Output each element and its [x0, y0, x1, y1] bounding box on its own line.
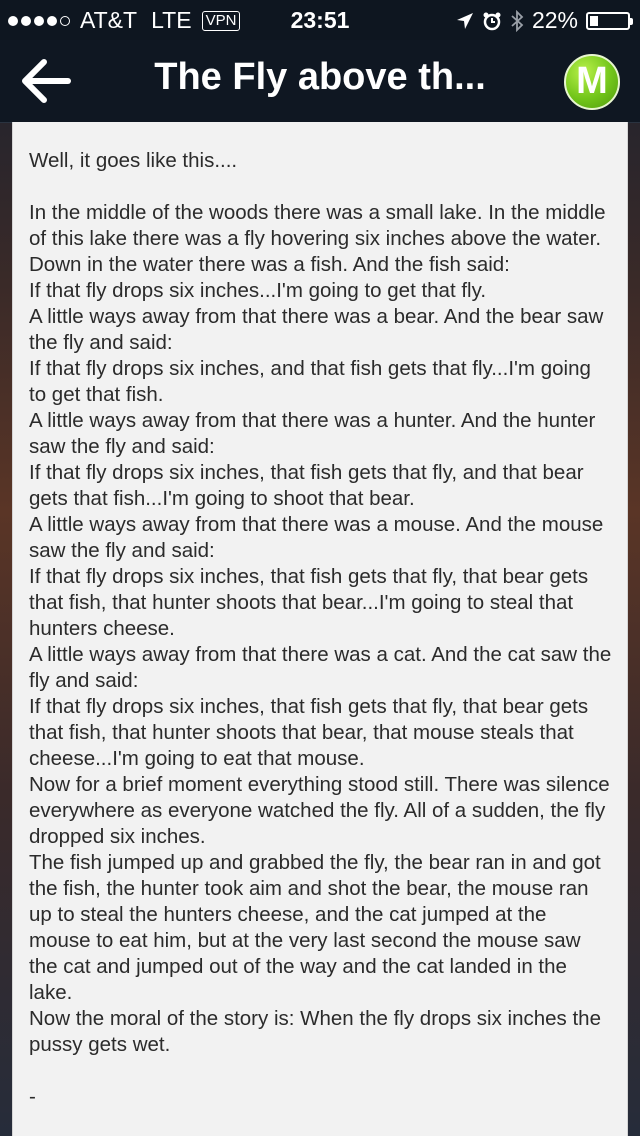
story-paragraph: The fish jumped up and grabbed the fly, … [29, 851, 601, 1004]
story-paragraph: A little ways away from that there was a… [29, 513, 604, 562]
story-paragraph: If that fly drops six inches...I'm going… [29, 279, 487, 302]
story-paragraph: A little ways away from that there was a… [29, 305, 604, 354]
story-intro: Well, it goes like this.... [29, 149, 238, 172]
story-paragraph: In the middle of the woods there was a s… [29, 201, 606, 250]
battery-icon [586, 11, 633, 30]
battery-percent: 22% [531, 7, 578, 33]
story-paragraph: Now for a brief moment everything stood … [29, 773, 610, 848]
story-paragraph: If that fly drops six inches, that fish … [29, 461, 584, 510]
bluetooth-icon [511, 9, 524, 32]
story-trailing: - [29, 1085, 36, 1108]
story-panel: Well, it goes like this.... In the middl… [12, 122, 628, 1136]
battery-level-fill [590, 15, 598, 26]
app-logo-button[interactable]: M [564, 54, 620, 110]
status-right: 22% [456, 7, 633, 34]
navigation-bar: The Fly above th... M [0, 40, 640, 123]
story-paragraph: A little ways away from that there was a… [29, 409, 596, 458]
location-arrow-icon [456, 12, 473, 29]
story-paragraph: Down in the water there was a fish. And … [29, 253, 510, 276]
story-paragraphs: In the middle of the woods there was a s… [29, 200, 613, 1058]
page-title: The Fly above th... [154, 56, 486, 98]
story-paragraph: If that fly drops six inches, that fish … [29, 695, 589, 770]
back-button[interactable] [20, 58, 72, 104]
story-paragraph: A little ways away from that there was a… [29, 643, 612, 692]
back-arrow-icon [22, 59, 71, 103]
story-paragraph: If that fly drops six inches, that fish … [29, 565, 589, 640]
story-paragraph: If that fly drops six inches, and that f… [29, 357, 591, 406]
story-text: Well, it goes like this.... In the middl… [29, 148, 613, 1110]
status-bar: AT&T LTE VPN 23:51 22% [0, 0, 640, 40]
alarm-clock-icon [483, 12, 501, 30]
story-paragraph: Now the moral of the story is: When the … [29, 1007, 601, 1056]
